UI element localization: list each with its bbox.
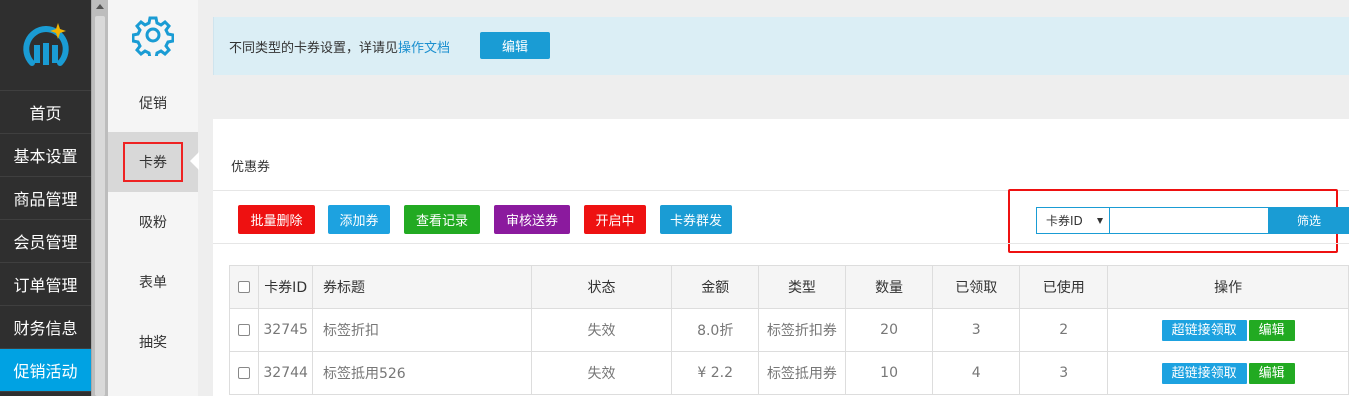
add-coupon-button[interactable]: 添加券 (328, 205, 390, 234)
table-row: 32744 标签抵用526 失效 ¥ 2.2 标签抵用券 10 4 3 超链接领… (228, 351, 1349, 395)
column-header: 卡券ID (258, 265, 313, 309)
table-header-row: 卡券ID 券标题 状态 金额 类型 数量 已领取 已使用 操作 (228, 265, 1349, 309)
mass-send-button[interactable]: 卡券群发 (660, 205, 732, 234)
cell-amount: 8.0折 (671, 308, 759, 352)
view-records-button[interactable]: 查看记录 (404, 205, 480, 234)
cell-received: 4 (932, 351, 1021, 395)
filter-button[interactable]: 筛选 (1269, 207, 1349, 234)
batch-delete-button[interactable]: 批量删除 (238, 205, 315, 234)
brand-logo-icon (22, 23, 69, 66)
subnav-label-highlighted: 卡券 (123, 142, 183, 182)
info-edit-button[interactable]: 编辑 (480, 32, 550, 59)
caret-down-icon (1097, 218, 1103, 224)
nav-scrollbar[interactable] (91, 0, 108, 396)
active-pointer (190, 152, 199, 170)
subnav-item-lottery[interactable]: 抽奖 (108, 312, 198, 372)
main-nav: 首页 基本设置 商品管理 会员管理 订单管理 财务信息 促销活动 (0, 0, 91, 396)
nav-item-members[interactable]: 会员管理 (0, 220, 91, 263)
scroll-up-arrow-icon[interactable] (96, 4, 104, 9)
row-checkbox[interactable] (238, 367, 251, 379)
cell-quantity: 10 (844, 351, 934, 395)
cell-type: 标签抵用券 (757, 351, 846, 395)
sub-nav: 促销 卡券 吸粉 表单 抽奖 (108, 0, 198, 396)
cell-id: 32744 (258, 351, 313, 395)
cell-title: 标签折扣 (311, 308, 532, 352)
row-select-cell (228, 351, 260, 395)
cell-type: 标签折扣券 (757, 308, 846, 352)
link-claim-button[interactable]: 超链接领取 (1161, 362, 1247, 384)
row-checkbox[interactable] (238, 324, 251, 336)
row-select-cell (228, 308, 260, 352)
filter-input[interactable] (1110, 207, 1269, 234)
subnav-item-forms[interactable]: 表单 (108, 252, 198, 312)
subnav-item-fans[interactable]: 吸粉 (108, 192, 198, 252)
nav-item-products[interactable]: 商品管理 (0, 177, 91, 220)
filter-select-value: 卡券ID (1046, 214, 1083, 228)
docs-link[interactable]: 操作文档 (398, 41, 450, 56)
nav-item-promotions[interactable]: 促销活动 (0, 349, 91, 392)
nav-item-basic-settings[interactable]: 基本设置 (0, 134, 91, 177)
link-claim-button[interactable]: 超链接领取 (1161, 319, 1247, 341)
nav-item-orders[interactable]: 订单管理 (0, 263, 91, 306)
nav-item-home[interactable]: 首页 (0, 91, 91, 134)
cell-actions: 超链接领取 编辑 (1107, 308, 1349, 352)
info-text: 不同类型的卡券设置，详请见操作文档 (229, 37, 450, 56)
cell-used: 3 (1019, 351, 1109, 395)
cell-received: 3 (932, 308, 1021, 352)
subnav-item-promo[interactable]: 促销 (108, 73, 198, 133)
edit-button[interactable]: 编辑 (1248, 319, 1295, 341)
subnav-label: 促销 (139, 96, 167, 112)
subnav-item-coupons[interactable]: 卡券 (108, 132, 198, 192)
enabled-toggle-button[interactable]: 开启中 (584, 205, 646, 234)
column-header: 操作 (1107, 265, 1349, 309)
edit-button[interactable]: 编辑 (1248, 362, 1295, 384)
cell-title: 标签抵用526 (311, 351, 532, 395)
column-header: 数量 (844, 265, 934, 309)
filter-field-select[interactable]: 卡券ID (1036, 207, 1110, 234)
panel-title: 优惠券 (231, 160, 271, 175)
coupon-table: 卡券ID 券标题 状态 金额 类型 数量 已领取 已使用 操作 32745 标签… (228, 265, 1349, 395)
cell-id: 32745 (258, 308, 313, 352)
divider (213, 243, 1349, 244)
column-header: 已领取 (932, 265, 1021, 309)
column-header: 已使用 (1019, 265, 1109, 309)
gear-icon (132, 16, 174, 56)
subnav-label: 吸粉 (139, 215, 167, 231)
cell-status: 失效 (530, 351, 673, 395)
column-header: 状态 (530, 265, 673, 309)
review-send-button[interactable]: 审核送券 (494, 205, 570, 234)
column-header: 券标题 (311, 265, 532, 309)
nav-item-finance[interactable]: 财务信息 (0, 306, 91, 349)
cell-amount: ¥ 2.2 (671, 351, 759, 395)
select-all-checkbox[interactable] (238, 281, 251, 293)
column-header: 金额 (671, 265, 759, 309)
cell-status: 失效 (530, 308, 673, 352)
cell-used: 2 (1019, 308, 1109, 352)
column-header: 类型 (757, 265, 846, 309)
scroll-thumb[interactable] (95, 16, 105, 396)
table-row: 32745 标签折扣 失效 8.0折 标签折扣券 20 3 2 超链接领取 编辑 (228, 308, 1349, 352)
subnav-label: 抽奖 (139, 335, 167, 351)
subnav-label: 表单 (139, 275, 167, 291)
cell-quantity: 20 (844, 308, 934, 352)
cell-actions: 超链接领取 编辑 (1107, 351, 1349, 395)
info-bar: 不同类型的卡券设置，详请见操作文档 编辑 (213, 17, 1349, 75)
info-message: 不同类型的卡券设置，详请见 (229, 41, 399, 56)
coupon-panel: 优惠券 批量删除 添加券 查看记录 审核送券 开启中 卡券群发 卡券ID 筛选 … (213, 119, 1349, 396)
select-all-cell (228, 265, 260, 309)
brand-logo[interactable] (0, 0, 91, 91)
